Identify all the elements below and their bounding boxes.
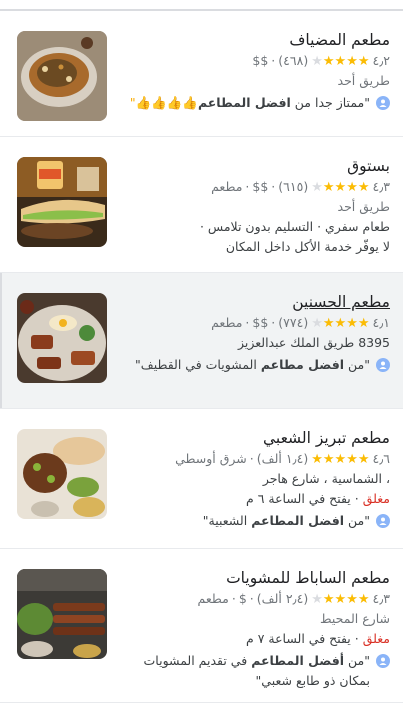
- result-info: بستوق ٤٫٣ ★ ★ ★ ★ ★ (٦١٥) · $$ · مطعم طر…: [107, 155, 390, 272]
- place-photo[interactable]: [17, 31, 107, 121]
- star-icon: ★: [346, 53, 358, 69]
- star-icon: ★: [311, 179, 323, 195]
- service-options: لا يوفّر خدمة الأكل داخل المكان: [225, 239, 390, 254]
- results-list: مطعم المضياف ٤٫٢ ★ ★ ★ ★ ★ (٤٦٨) · $$ طر…: [0, 11, 403, 703]
- service-options: طعام سفري · التسليم بدون تلامس ·: [199, 219, 390, 234]
- review-count: (٤٦٨): [278, 53, 309, 68]
- place-photo[interactable]: [17, 429, 107, 519]
- price-level: $: [238, 591, 247, 606]
- place-photo[interactable]: [17, 293, 107, 383]
- star-icon: ★: [346, 591, 358, 607]
- result-item[interactable]: مطعم الساباط للمشويات ٤٫٣ ★ ★ ★ ★ ★ (٢٫٤…: [0, 549, 403, 703]
- star-icon: ★: [311, 591, 323, 607]
- star-icon: ★: [357, 53, 370, 69]
- place-category: مطعم: [197, 591, 229, 606]
- place-address: ، الشماسية ، شارع هاجر: [262, 471, 390, 486]
- user-avatar-icon: [376, 654, 390, 668]
- rating-value: ٤٫١: [372, 315, 391, 330]
- result-item[interactable]: مطعم المضياف ٤٫٢ ★ ★ ★ ★ ★ (٤٦٨) · $$ طر…: [0, 11, 403, 137]
- review-count: (١٫٤ ألف): [256, 451, 309, 466]
- rating-value: ٤٫٢: [372, 53, 391, 68]
- place-meta: ٤٫٢ ★ ★ ★ ★ ★ (٤٦٨) · $$: [115, 51, 390, 71]
- star-icon: ★: [334, 591, 347, 607]
- star-icon: ★: [346, 451, 358, 467]
- star-icon: ★: [322, 179, 335, 195]
- star-icon: ★: [322, 53, 335, 69]
- place-name[interactable]: مطعم الحسنين: [115, 291, 390, 313]
- place-category: شرق أوسطي: [175, 451, 247, 466]
- review-count: (٢٫٤ ألف): [256, 591, 309, 606]
- review-count: (٦١٥): [278, 179, 309, 194]
- star-icon: ★: [334, 315, 347, 331]
- user-avatar-icon: [376, 96, 390, 110]
- star-icon: ★: [311, 315, 323, 331]
- rating-value: ٤٫٣: [372, 179, 391, 194]
- result-info: مطعم الحسنين ٤٫١ ★ ★ ★ ★ ★ (٧٧٤) · $$ · …: [107, 291, 390, 408]
- review-snippet: "ممتاز جدا من افضل المطاعم👍👍👍👍": [115, 93, 390, 113]
- place-name[interactable]: مطعم المضياف: [115, 29, 390, 51]
- rating-value: ٤٫٣: [372, 591, 391, 606]
- place-category: مطعم: [211, 179, 243, 194]
- place-name[interactable]: مطعم الساباط للمشويات: [115, 567, 390, 589]
- place-meta: ٤٫٦ ★ ★ ★ ★ ★ (١٫٤ ألف) · شرق أوسطي: [115, 449, 390, 469]
- star-icon: ★: [322, 451, 335, 467]
- star-icon: ★: [346, 179, 358, 195]
- review-snippet: "من افضل المطاعم الشعبية": [115, 511, 390, 531]
- place-meta: ٤٫٣ ★ ★ ★ ★ ★ (٢٫٤ ألف) · $ · مطعم: [115, 589, 390, 609]
- star-icon: ★: [322, 315, 335, 331]
- result-info: مطعم تبريز الشعبي ٤٫٦ ★ ★ ★ ★ ★ (١٫٤ ألف…: [107, 427, 390, 548]
- place-photo[interactable]: [17, 569, 107, 659]
- star-icon: ★: [357, 451, 370, 467]
- opening-status: مغلق · يفتح في الساعة ٦ م: [245, 491, 390, 506]
- review-snippet: "من أفضل المطاعم في تقديم المشويات بمكان…: [115, 651, 390, 691]
- review-count: (٧٧٤): [278, 315, 309, 330]
- star-icon: ★: [357, 591, 370, 607]
- price-level: $$: [252, 315, 269, 330]
- rating-stars: ★ ★ ★ ★ ★: [311, 317, 369, 330]
- star-icon: ★: [334, 451, 347, 467]
- place-address: طريق أحد: [337, 73, 390, 88]
- place-address: شارع المحيط: [320, 611, 390, 626]
- star-icon: ★: [311, 451, 323, 467]
- result-item[interactable]: بستوق ٤٫٣ ★ ★ ★ ★ ★ (٦١٥) · $$ · مطعم طر…: [0, 137, 403, 273]
- rating-stars: ★ ★ ★ ★ ★: [311, 55, 369, 68]
- place-address: طريق أحد: [337, 199, 390, 214]
- rating-stars: ★ ★ ★ ★ ★: [311, 453, 369, 466]
- place-meta: ٤٫٣ ★ ★ ★ ★ ★ (٦١٥) · $$ · مطعم: [115, 177, 390, 197]
- user-avatar-icon: [376, 514, 390, 528]
- user-avatar-icon: [376, 358, 390, 372]
- star-icon: ★: [357, 315, 370, 331]
- result-item[interactable]: مطعم الحسنين ٤٫١ ★ ★ ★ ★ ★ (٧٧٤) · $$ · …: [0, 273, 403, 409]
- top-divider: [0, 0, 403, 11]
- star-icon: ★: [357, 179, 370, 195]
- star-icon: ★: [311, 53, 323, 69]
- place-meta: ٤٫١ ★ ★ ★ ★ ★ (٧٧٤) · $$ · مطعم: [115, 313, 390, 333]
- rating-stars: ★ ★ ★ ★ ★: [311, 593, 369, 606]
- star-icon: ★: [334, 53, 347, 69]
- place-name[interactable]: بستوق: [115, 155, 390, 177]
- star-icon: ★: [334, 179, 347, 195]
- price-level: $$: [252, 53, 269, 68]
- price-level: $$: [252, 179, 269, 194]
- rating-value: ٤٫٦: [372, 451, 391, 466]
- star-icon: ★: [346, 315, 358, 331]
- star-icon: ★: [322, 591, 335, 607]
- rating-stars: ★ ★ ★ ★ ★: [311, 181, 369, 194]
- review-snippet: "من افضل مطاعم المشويات في القطيف": [115, 355, 390, 375]
- place-address: 8395 طريق الملك عبدالعزيز: [237, 335, 390, 350]
- result-info: مطعم المضياف ٤٫٢ ★ ★ ★ ★ ★ (٤٦٨) · $$ طر…: [107, 29, 390, 136]
- place-photo[interactable]: [17, 157, 107, 247]
- place-category: مطعم: [211, 315, 243, 330]
- opening-status: مغلق · يفتح في الساعة ٧ م: [245, 631, 390, 646]
- result-item[interactable]: مطعم تبريز الشعبي ٤٫٦ ★ ★ ★ ★ ★ (١٫٤ ألف…: [0, 409, 403, 549]
- result-info: مطعم الساباط للمشويات ٤٫٣ ★ ★ ★ ★ ★ (٢٫٤…: [107, 567, 390, 702]
- place-name[interactable]: مطعم تبريز الشعبي: [115, 427, 390, 449]
